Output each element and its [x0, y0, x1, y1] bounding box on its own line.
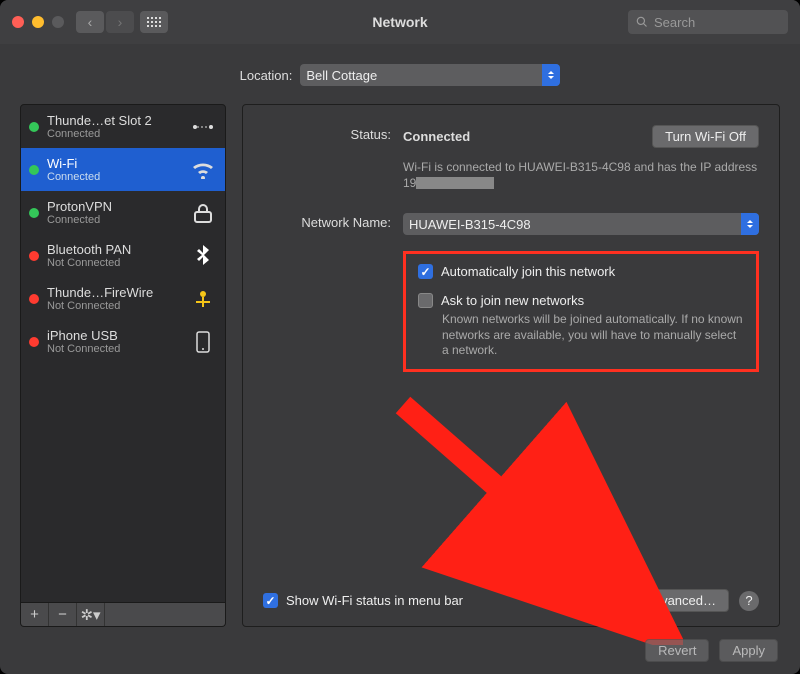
conn-name: Thunde…et Slot 2: [47, 113, 181, 128]
bottom-row: Show Wi-Fi status in menu bar Advanced… …: [263, 589, 759, 612]
sidebar-toolbar: + − ✲▾: [20, 603, 226, 627]
iphone-icon: [189, 331, 217, 353]
status-dot: [29, 294, 39, 304]
status-row: Status: Connected Turn Wi-Fi Off: [263, 125, 759, 148]
conn-status: Not Connected: [47, 257, 181, 269]
conn-status: Connected: [47, 128, 181, 140]
chevron-updown-icon: [741, 213, 759, 235]
conn-text: ProtonVPNConnected: [47, 199, 181, 226]
back-button[interactable]: ‹: [76, 11, 104, 33]
sidebar-item-thunderbolt-bridge[interactable]: Thunde…et Slot 2Connected: [21, 105, 225, 148]
auto-join-label: Automatically join this network: [441, 264, 615, 279]
conn-status: Not Connected: [47, 343, 181, 355]
network-name-label: Network Name:: [263, 213, 403, 230]
thunderbolt-bridge-icon: [189, 116, 217, 138]
zoom-button[interactable]: [52, 16, 64, 28]
ask-join-label: Ask to join new networks: [441, 293, 584, 308]
forward-button[interactable]: ›: [106, 11, 134, 33]
sidebar-item-wifi[interactable]: Wi-FiConnected: [21, 148, 225, 191]
advanced-button[interactable]: Advanced…: [632, 589, 729, 612]
show-status-label: Show Wi-Fi status in menu bar: [286, 593, 463, 608]
auto-join-row: Automatically join this network: [418, 264, 744, 279]
location-row: Location: Bell Cottage: [20, 64, 780, 86]
turn-wifi-off-button[interactable]: Turn Wi-Fi Off: [652, 125, 759, 148]
conn-text: Thunde…et Slot 2Connected: [47, 113, 181, 140]
options-row: Automatically join this network Ask to j…: [263, 243, 759, 372]
conn-name: iPhone USB: [47, 328, 181, 343]
conn-text: Bluetooth PANNot Connected: [47, 242, 181, 269]
wifi-icon: [189, 159, 217, 181]
ask-join-description: Known networks will be joined automatica…: [442, 312, 744, 359]
conn-status: Connected: [47, 171, 181, 183]
ask-join-checkbox[interactable]: [418, 293, 433, 308]
network-preferences-window: ‹ › Network Search Location: Bell Cottag…: [0, 0, 800, 674]
network-name-row: Network Name: HUAWEI-B315-4C98: [263, 213, 759, 235]
service-actions-button[interactable]: ✲▾: [77, 603, 105, 626]
remove-service-button[interactable]: −: [49, 603, 77, 626]
chevron-updown-icon: [542, 64, 560, 86]
search-icon: [636, 16, 648, 28]
status-label: Status:: [263, 125, 403, 142]
conn-text: iPhone USBNot Connected: [47, 328, 181, 355]
conn-name: Wi-Fi: [47, 156, 181, 171]
titlebar: ‹ › Network Search: [0, 0, 800, 44]
conn-name: Thunde…FireWire: [47, 285, 181, 300]
conn-status: Not Connected: [47, 300, 181, 312]
status-value: Connected: [403, 129, 470, 144]
apply-button[interactable]: Apply: [719, 639, 778, 662]
sidebar-item-vpn[interactable]: ProtonVPNConnected: [21, 191, 225, 234]
highlight-annotation: Automatically join this network Ask to j…: [403, 251, 759, 372]
window-title: Network: [372, 14, 427, 30]
sidebar-item-firewire[interactable]: Thunde…FireWireNot Connected: [21, 277, 225, 320]
conn-status: Connected: [47, 214, 181, 226]
sidebar-item-iphone[interactable]: iPhone USBNot Connected: [21, 320, 225, 363]
sidebar-item-bluetooth[interactable]: Bluetooth PANNot Connected: [21, 234, 225, 277]
show-status-checkbox[interactable]: [263, 593, 278, 608]
status-description: Wi-Fi is connected to HUAWEI-B315-4C98 a…: [403, 160, 759, 191]
revert-button[interactable]: Revert: [645, 639, 709, 662]
grid-icon: [147, 17, 161, 27]
network-name-popup[interactable]: HUAWEI-B315-4C98: [403, 213, 759, 235]
panels: Thunde…et Slot 2ConnectedWi-FiConnectedP…: [20, 104, 780, 627]
status-dot: [29, 208, 39, 218]
location-value: Bell Cottage: [306, 68, 377, 83]
help-button[interactable]: ?: [739, 591, 759, 611]
vpn-icon: [189, 202, 217, 224]
window-controls: [12, 16, 64, 28]
network-name-value: HUAWEI-B315-4C98: [409, 217, 531, 232]
firewire-icon: [189, 288, 217, 310]
body: Location: Bell Cottage Thunde…et Slot 2C…: [0, 44, 800, 674]
conn-name: ProtonVPN: [47, 199, 181, 214]
close-button[interactable]: [12, 16, 24, 28]
minimize-button[interactable]: [32, 16, 44, 28]
footer: Revert Apply: [20, 639, 780, 662]
add-service-button[interactable]: +: [21, 603, 49, 626]
status-dot: [29, 122, 39, 132]
nav-buttons: ‹ ›: [76, 11, 134, 33]
conn-name: Bluetooth PAN: [47, 242, 181, 257]
connections-sidebar: Thunde…et Slot 2ConnectedWi-FiConnectedP…: [20, 104, 226, 603]
status-dot: [29, 251, 39, 261]
ask-join-row: Ask to join new networks: [418, 293, 744, 308]
gear-icon: ✲▾: [80, 606, 100, 624]
sidebar-wrap: Thunde…et Slot 2ConnectedWi-FiConnectedP…: [20, 104, 226, 627]
show-status-row: Show Wi-Fi status in menu bar: [263, 593, 463, 608]
location-label: Location:: [240, 68, 293, 83]
search-placeholder: Search: [654, 15, 695, 30]
conn-text: Thunde…FireWireNot Connected: [47, 285, 181, 312]
bluetooth-icon: [189, 245, 217, 267]
location-popup[interactable]: Bell Cottage: [300, 64, 560, 86]
auto-join-checkbox[interactable]: [418, 264, 433, 279]
status-dot: [29, 337, 39, 347]
main-panel: Status: Connected Turn Wi-Fi Off Wi-Fi i…: [242, 104, 780, 627]
show-all-button[interactable]: [140, 11, 168, 33]
conn-text: Wi-FiConnected: [47, 156, 181, 183]
status-dot: [29, 165, 39, 175]
redacted-ip: [416, 177, 494, 189]
status-desc-row: Wi-Fi is connected to HUAWEI-B315-4C98 a…: [263, 156, 759, 191]
search-field[interactable]: Search: [628, 10, 788, 34]
